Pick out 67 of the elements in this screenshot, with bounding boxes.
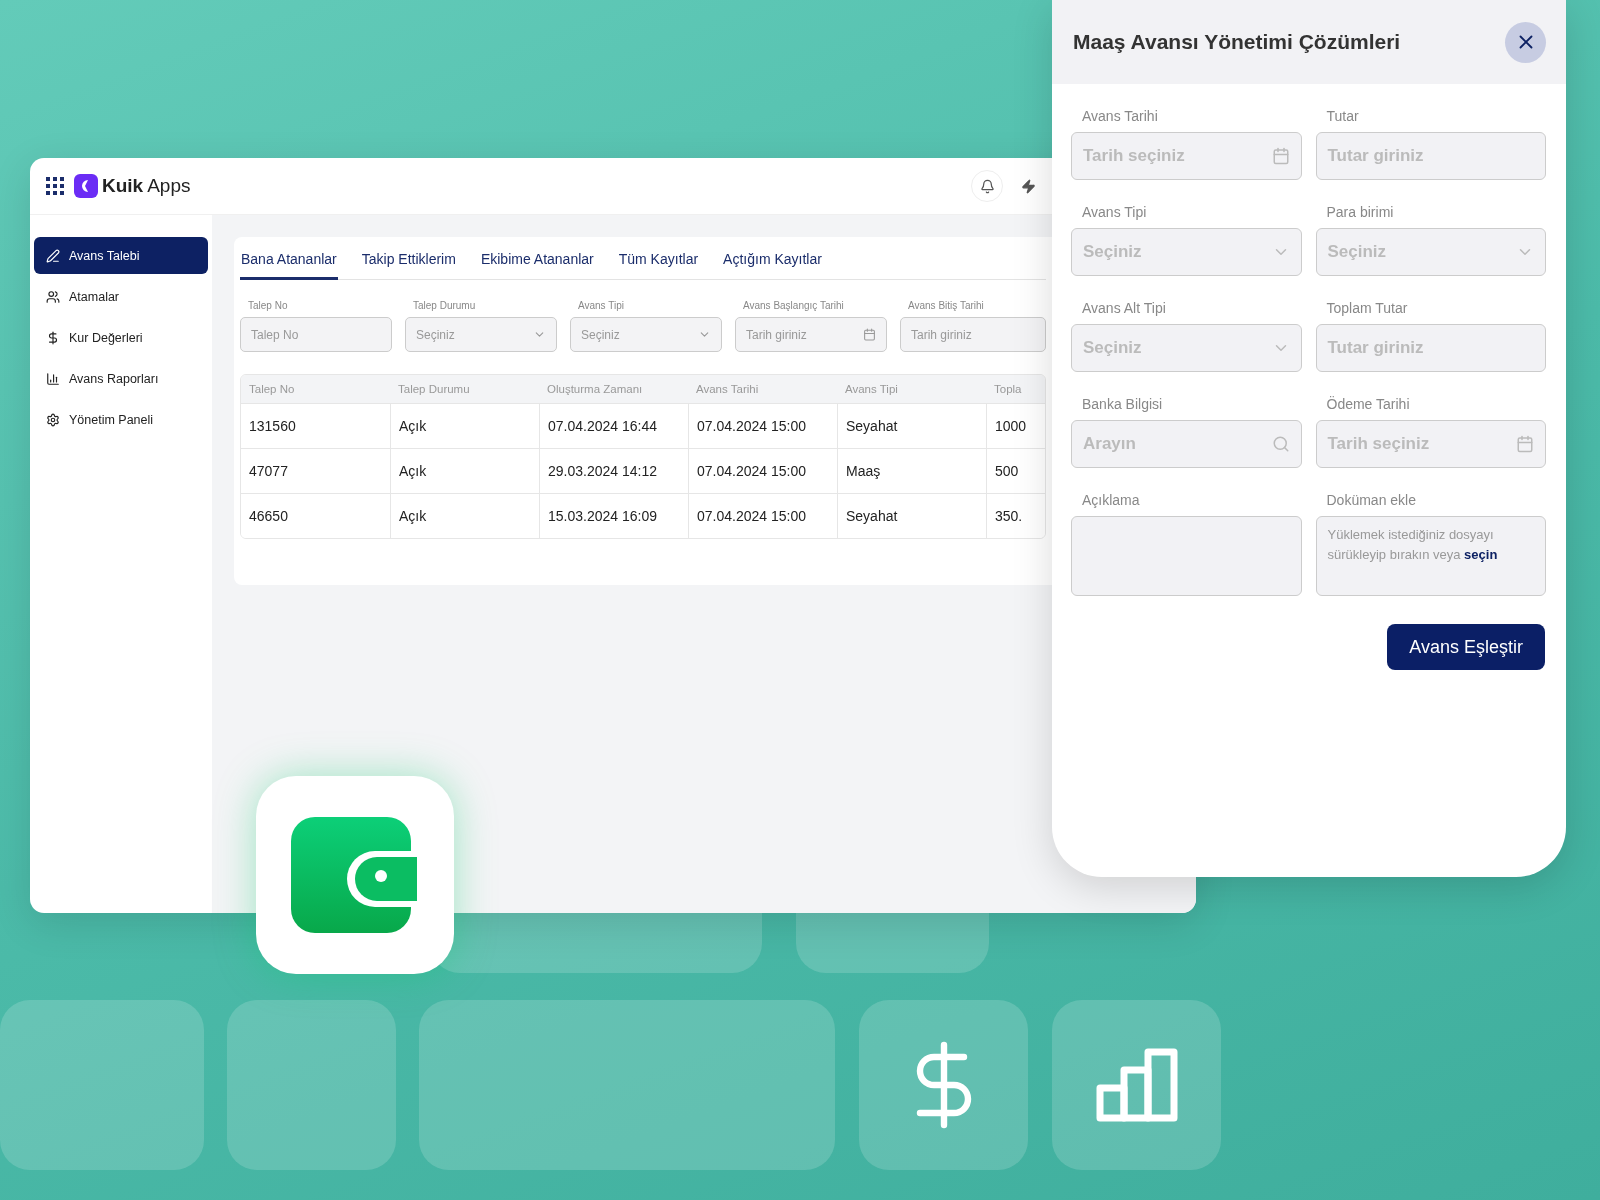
filter-label: Avans Başlangıç Tarihi: [743, 300, 845, 311]
column-header: Avans Tarihi: [695, 382, 760, 397]
column-header: Topla: [993, 382, 1023, 397]
sidebar-label: Avans Talebi: [69, 248, 140, 263]
sidebar-label: Kur Değerleri: [69, 330, 143, 345]
column-header: Talep Durumu: [397, 382, 471, 397]
field-label: Doküman ekle: [1326, 492, 1417, 508]
sidebar-item[interactable]: Atamalar: [34, 278, 208, 315]
column-header: Oluşturma Zamanı: [546, 382, 644, 397]
match-button[interactable]: Avans Eşleştir: [1387, 624, 1545, 670]
lightning-icon: [1020, 178, 1036, 194]
upload-hint: Yüklemek istediğiniz dosyayı sürükleyip bırakın veya seçin: [1327, 526, 1499, 564]
panel-title: Maaş Avansı Yönetimi Çözümleri: [1073, 30, 1401, 54]
bar-chart-icon: [1095, 1048, 1178, 1122]
table-cell-text: 46650: [248, 507, 289, 526]
select-link[interactable]: seçin: [1464, 546, 1498, 562]
sidebar-label: Yönetim Paneli: [69, 412, 154, 427]
gear-icon: [46, 412, 60, 427]
close-button[interactable]: [1505, 21, 1546, 63]
calendar-icon: [1516, 435, 1534, 453]
brand-suffix: Apps: [147, 175, 191, 197]
dollar-icon: [46, 330, 60, 345]
upload-area[interactable]: Yüklemek istediğiniz dosyayı sürükleyip bırakın veya seçin: [1315, 516, 1546, 596]
table-cell: Seyahat: [837, 494, 986, 538]
field-label: Ödeme Tarihi: [1326, 396, 1411, 412]
filter-label: Avans Bitiş Tarihi: [908, 300, 985, 311]
field-label: Para birimi: [1326, 204, 1395, 220]
bar-chart-icon: [46, 371, 60, 386]
filter-label: Talep No: [248, 300, 289, 311]
sidebar-item[interactable]: Kur Değerleri: [34, 319, 208, 356]
field-label: Tutar: [1326, 108, 1360, 124]
table-cell: 350.: [986, 494, 1045, 538]
column-header: Avans Tipi: [844, 382, 899, 397]
bell-icon: [979, 178, 995, 194]
sidebar-item[interactable]: Avans Talebi: [34, 237, 208, 274]
filter-label: Talep Durumu: [413, 300, 477, 311]
field-label: Toplam Tutar: [1326, 300, 1409, 316]
tab[interactable]: Bana Atananlar: [240, 243, 338, 280]
field-label: Avans Alt Tipi: [1082, 300, 1167, 316]
table-cell: 07.04.2024 15:00: [688, 494, 837, 538]
calendar-icon: [1271, 147, 1290, 165]
table-cell-text: 47077: [248, 462, 289, 481]
tab[interactable]: Açtığım Kayıtlar: [722, 243, 823, 280]
users-icon: [46, 289, 60, 304]
filter-label: Avans Tipi: [578, 300, 625, 311]
field-label: Avans Tipi: [1082, 204, 1148, 220]
logo-icon: [74, 174, 98, 198]
brand-name: Kuik: [102, 175, 144, 197]
sidebar-label: Avans Raporları: [69, 371, 159, 386]
table-cell: Açık: [390, 494, 539, 538]
field-label: Açıklama: [1082, 492, 1141, 508]
textarea-field[interactable]: [1071, 516, 1302, 596]
tab[interactable]: Ekibime Atananlar: [479, 243, 595, 280]
field-label: Avans Tarihi: [1082, 108, 1159, 124]
tab[interactable]: Tüm Kayıtlar: [617, 243, 700, 280]
field-label: Banka Bilgisi: [1082, 396, 1164, 412]
sidebar-label: Atamalar: [69, 289, 120, 304]
table-cell: 15.03.2024 16:09: [539, 494, 688, 538]
calendar-icon: [863, 328, 876, 341]
sidebar-item[interactable]: Avans Raporları: [34, 360, 208, 397]
column-header: Talep No: [248, 382, 296, 397]
tab[interactable]: Takip Ettiklerim: [360, 243, 457, 280]
grid-icon[interactable]: [46, 177, 64, 195]
pen-icon: [46, 248, 60, 263]
search-icon: [1271, 435, 1290, 453]
table-cell-text: 131560: [248, 417, 297, 436]
sidebar-item[interactable]: Yönetim Paneli: [34, 401, 208, 438]
